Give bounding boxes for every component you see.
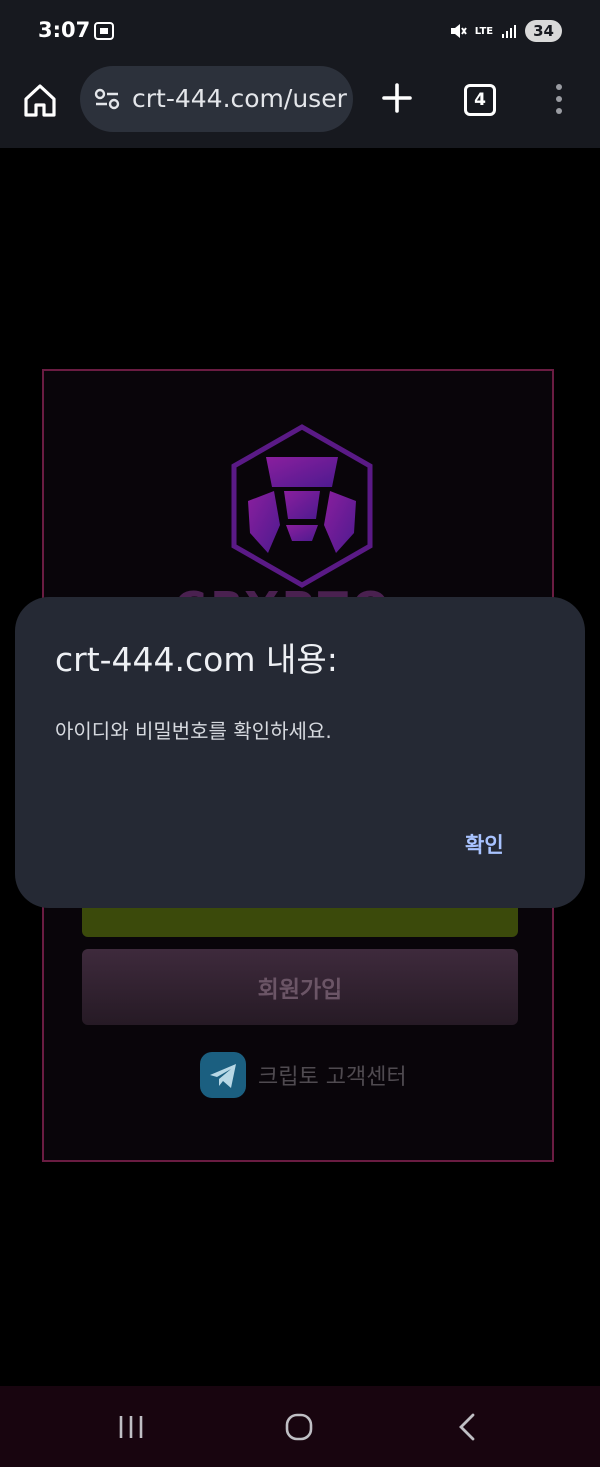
signal-icon — [502, 25, 517, 38]
site-settings-icon[interactable] — [94, 88, 120, 110]
url-text: crt-444.com/user — [132, 84, 347, 113]
dialog-title: crt-444.com 내용: — [55, 640, 338, 679]
browser-toolbar: crt-444.com/user 4 — [0, 64, 600, 148]
navigation-bar — [0, 1386, 600, 1467]
more-vert-icon[interactable] — [552, 82, 566, 116]
lte-indicator: LTE — [474, 25, 494, 37]
mute-icon — [450, 24, 467, 38]
status-icons: LTE 34 — [449, 18, 562, 44]
back-icon[interactable] — [456, 1412, 478, 1442]
dialog-message: 아이디와 비밀번호를 확인하세요. — [55, 719, 332, 743]
screenshot-icon — [94, 22, 114, 40]
dialog-ok-button[interactable]: 확인 — [453, 823, 516, 865]
status-time: 3:07 — [38, 18, 91, 42]
home-icon[interactable] — [20, 80, 60, 120]
battery-level: 34 — [525, 20, 562, 42]
alert-dialog: crt-444.com 내용: 아이디와 비밀번호를 확인하세요. 확인 — [15, 597, 585, 908]
recent-apps-icon[interactable] — [117, 1414, 145, 1440]
status-bar: 3:07 LTE 34 — [0, 0, 600, 64]
address-bar[interactable]: crt-444.com/user — [80, 66, 353, 132]
tabs-icon[interactable]: 4 — [464, 84, 496, 116]
plus-icon[interactable] — [381, 82, 413, 114]
nav-home-icon[interactable] — [284, 1412, 314, 1442]
